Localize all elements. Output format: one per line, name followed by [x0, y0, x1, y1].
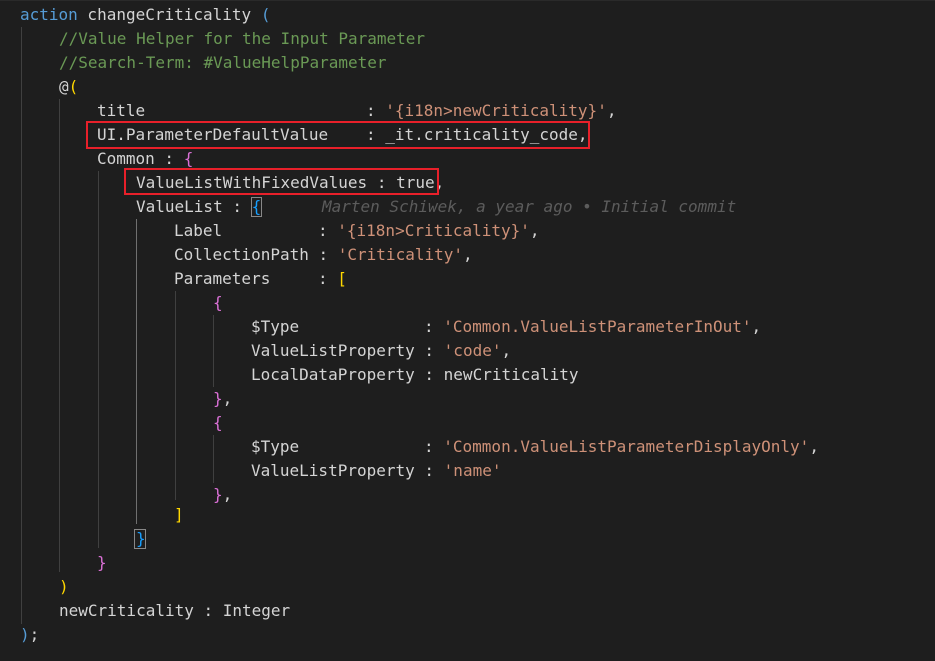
blame-text: Marten Schiwek, a year ago • Initial com… [322, 197, 737, 216]
code-line-comment-2[interactable]: //Search-Term: #ValueHelpParameter [59, 51, 387, 75]
colon: : [318, 269, 338, 288]
indent-guide-1 [21, 27, 22, 624]
colon: : [414, 341, 444, 360]
git-blame-annotation: Marten Schiwek, a year ago • Initial com… [322, 195, 736, 219]
string-value: 'Common.ValueListParameterInOut' [443, 317, 752, 336]
highlight-box-parameter-default [86, 121, 590, 149]
annotation-at: @ [59, 77, 69, 96]
code-line-param2-open[interactable]: { [213, 411, 223, 435]
code-line-parameters[interactable]: Parameters [174, 267, 270, 291]
bracket-match-box [134, 529, 146, 549]
comma: , [222, 389, 233, 408]
code-line-label[interactable]: Label [174, 219, 222, 243]
property-key: $Type [251, 437, 300, 456]
indent-guide-7 [213, 435, 214, 483]
property-key: ValueListProperty [251, 341, 415, 360]
comma: , [529, 221, 540, 240]
indent-guide-5 [175, 291, 176, 500]
colon: : [366, 101, 386, 120]
code-line-annotation-close[interactable]: ) [59, 575, 69, 599]
open-paren: ( [68, 77, 79, 96]
open-brace: { [183, 149, 194, 168]
comment-text: //Value Helper for the Input Parameter [59, 29, 426, 48]
code-line-common-close[interactable]: } [97, 551, 107, 575]
indent-guide-3 [98, 171, 99, 548]
code-line-collection-path[interactable]: CollectionPath : 'Criticality', [174, 243, 473, 267]
string-value: 'Criticality' [337, 245, 463, 264]
property-key: title [97, 101, 146, 120]
code-line-parameters-close[interactable]: ] [174, 503, 184, 527]
top-scroll-shadow [0, 0, 935, 1]
close-paren: ) [59, 577, 69, 596]
code-line-valuelist[interactable]: ValueList : { [136, 195, 261, 219]
close-brace: } [213, 485, 223, 504]
comma: , [751, 317, 762, 336]
property-key: Common : [97, 149, 184, 168]
colon: : [414, 461, 444, 480]
comma: , [463, 245, 473, 264]
indent-guide-2 [59, 99, 60, 572]
code-line-action[interactable]: action changeCriticality ( [20, 3, 270, 27]
code-line-param2-type[interactable]: $Type [251, 435, 299, 459]
code-line-comment-1[interactable]: //Value Helper for the Input Parameter [59, 27, 425, 51]
string-value: '{i18n>Criticality}' [337, 221, 530, 240]
colon: : [308, 245, 338, 264]
bracket-match-box [251, 197, 262, 217]
colon: : [424, 437, 444, 456]
open-bracket: [ [337, 269, 347, 288]
code-line-title[interactable]: title [97, 99, 145, 123]
comment-text: //Search-Term: #ValueHelpParameter [59, 53, 387, 72]
open-paren: ( [260, 5, 271, 24]
property-key: LocalDataProperty [251, 365, 415, 384]
colon: : [424, 317, 444, 336]
string-value: 'Common.ValueListParameterDisplayOnly' [443, 437, 810, 456]
indent-guide-6 [213, 315, 214, 387]
property-value: : newCriticality [414, 365, 579, 384]
keyword-action: action [20, 5, 78, 24]
code-line-param2-close[interactable]: }, [213, 483, 232, 507]
comma: , [606, 101, 617, 120]
code-line-param1-close[interactable]: }, [213, 387, 232, 411]
close-brace: } [97, 553, 107, 572]
property-key: CollectionPath [174, 245, 309, 264]
property-key: Parameters [174, 269, 271, 288]
code-editor[interactable]: action changeCriticality ( //Value Helpe… [0, 0, 935, 661]
close-paren: ) [20, 625, 30, 644]
comma: , [222, 485, 233, 504]
string-value: '{i18n>newCriticality}' [385, 101, 607, 120]
code-line-param1-open[interactable]: { [213, 291, 223, 315]
code-line-label-value[interactable]: : '{i18n>Criticality}', [318, 219, 540, 243]
string-value: 'name' [443, 461, 502, 480]
code-line-param2-type-value[interactable]: : 'Common.ValueListParameterDisplayOnly'… [424, 435, 819, 459]
property-key: ValueList : [136, 197, 252, 216]
code-line-param2-vlp[interactable]: ValueListProperty : 'name' [251, 459, 501, 483]
colon: : [318, 221, 338, 240]
indent-guide-4 [136, 219, 137, 524]
close-brace: } [213, 389, 223, 408]
close-bracket: ] [174, 505, 184, 524]
open-brace: { [213, 413, 223, 432]
code-line-parameters-open[interactable]: : [ [318, 267, 347, 291]
highlight-box-fixed-values [124, 168, 439, 195]
property-key: ValueListProperty [251, 461, 415, 480]
action-name: changeCriticality [77, 5, 261, 24]
property-key: Label [174, 221, 223, 240]
open-brace: { [213, 293, 223, 312]
code-line-param1-ldp[interactable]: LocalDataProperty : newCriticality [251, 363, 579, 387]
string-value: 'code' [443, 341, 502, 360]
code-line-new-criticality[interactable]: newCriticality : Integer [59, 599, 290, 623]
code-line-end[interactable]: ); [20, 623, 39, 647]
property-key: $Type [251, 317, 300, 336]
code-line-annotation-open[interactable]: @( [59, 75, 78, 99]
code-line-param1-vlp[interactable]: ValueListProperty : 'code', [251, 339, 511, 363]
code-line-param1-type-value[interactable]: : 'Common.ValueListParameterInOut', [424, 315, 761, 339]
code-line-title-value[interactable]: : '{i18n>newCriticality}', [366, 99, 616, 123]
code-line-param1-type[interactable]: $Type [251, 315, 299, 339]
parameter-declaration: newCriticality : Integer [59, 601, 291, 620]
semicolon: ; [29, 625, 40, 644]
comma: , [809, 437, 819, 456]
comma: , [501, 341, 512, 360]
